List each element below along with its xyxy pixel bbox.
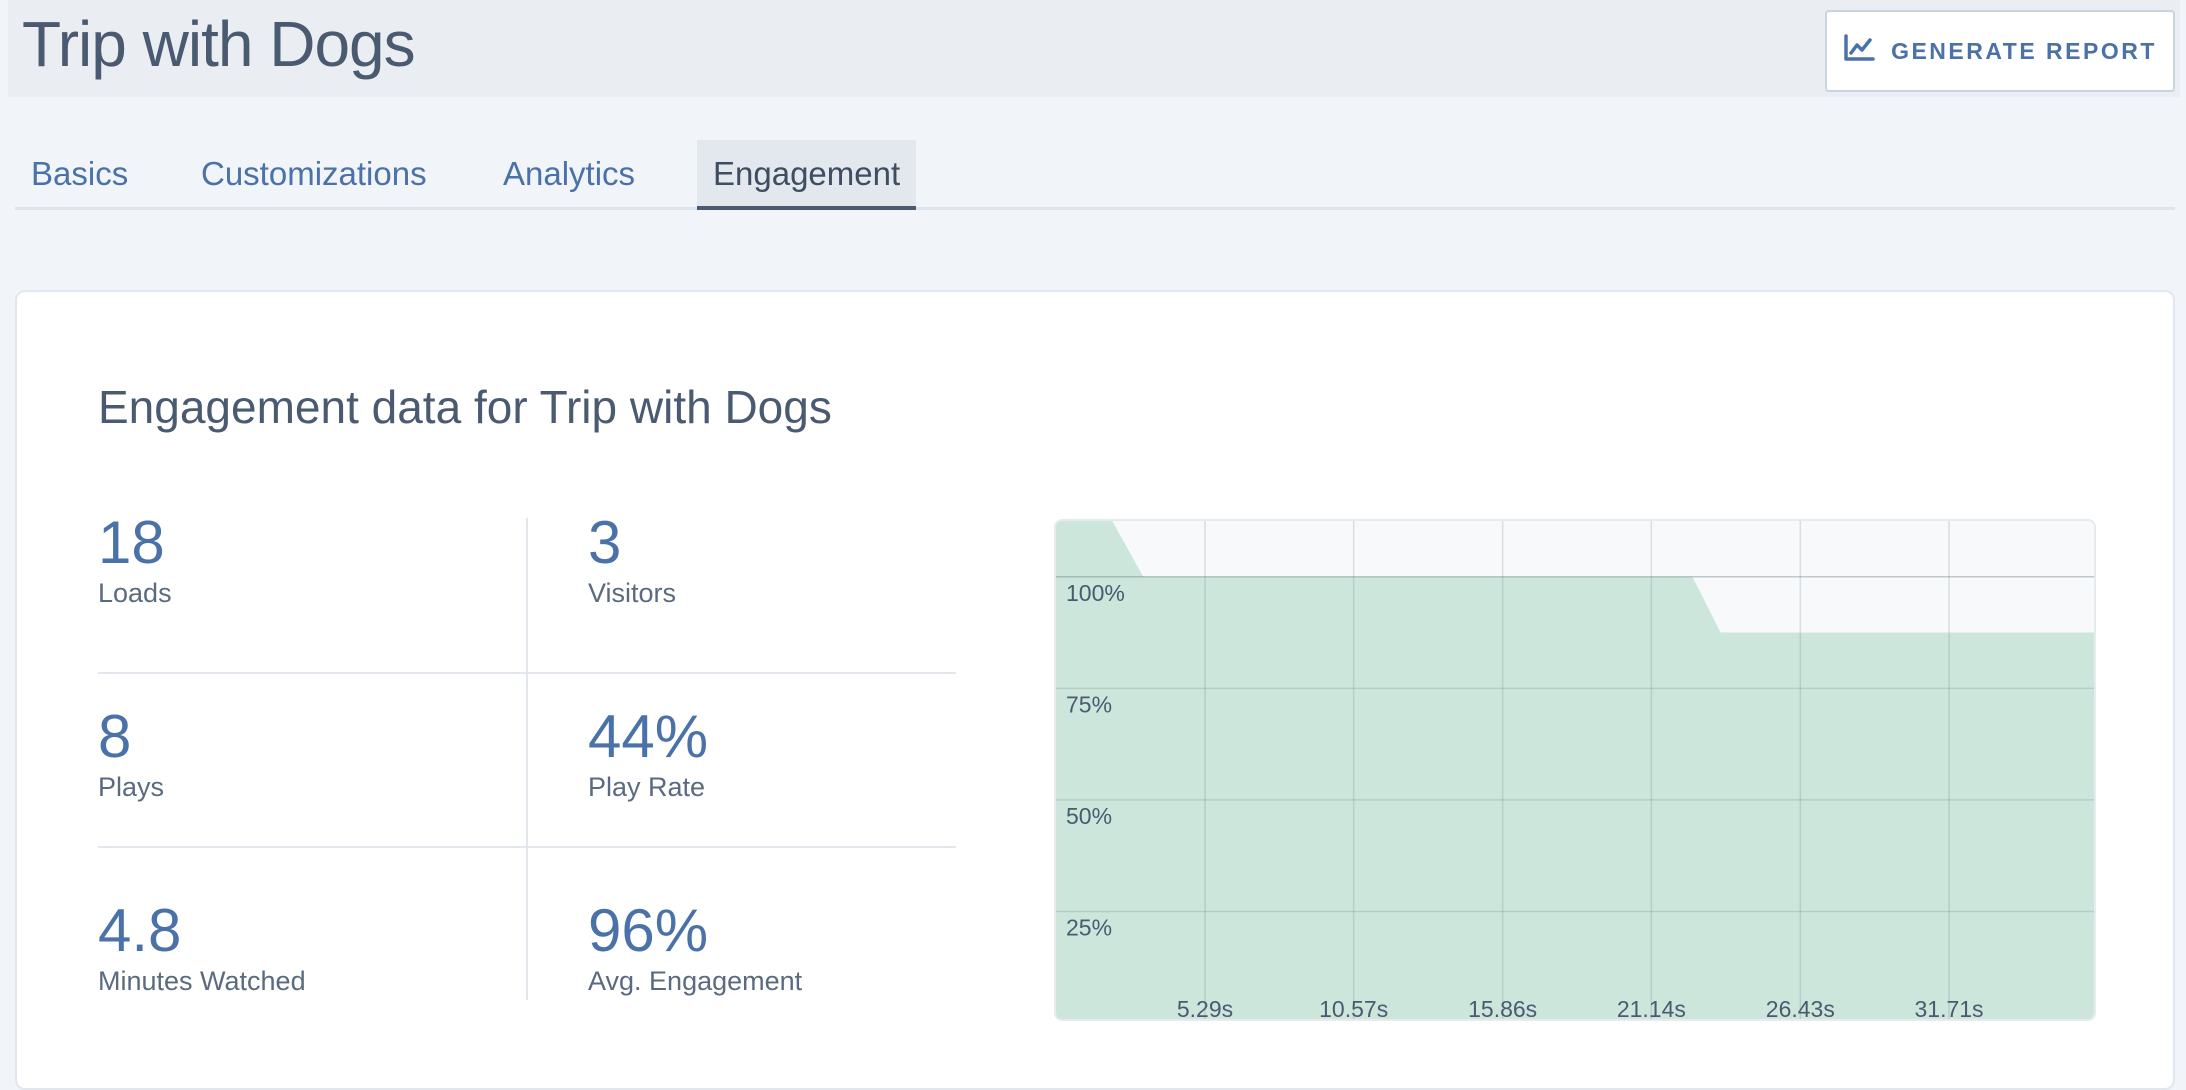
stat-label: Plays <box>98 772 165 802</box>
stat-value: 4.8 <box>98 897 182 964</box>
stat-label: Visitors <box>588 578 677 608</box>
stat-label: Loads <box>98 578 172 608</box>
stat-label: Minutes Watched <box>98 966 306 996</box>
x-tick-label: 10.57s <box>1319 996 1388 1021</box>
tab-analytics[interactable]: Analytics <box>487 140 651 210</box>
y-tick-label: 100% <box>1066 580 1125 606</box>
stat-value: 18 <box>98 509 165 576</box>
stat-minutes-watched: 4.8 Minutes Watched <box>98 898 518 997</box>
stat-plays: 8 Plays <box>98 704 518 803</box>
line-chart-icon <box>1843 34 1875 68</box>
engagement-chart-svg: 100% 75% 50% 25% 5.29s 10.57s 15.86s 21.14s 26.4… <box>1056 521 2094 1021</box>
stat-avg-engagement: 96% Avg. Engagement <box>588 898 1008 997</box>
stat-value: 96% <box>588 897 709 964</box>
engagement-area <box>1056 521 2094 1019</box>
generate-report-label: GENERATE REPORT <box>1891 37 2157 64</box>
tab-bar: Basics Customizations Analytics Engageme… <box>15 140 2175 210</box>
y-tick-label: 50% <box>1066 803 1112 829</box>
stats-vertical-divider <box>526 518 528 1000</box>
stats-divider-1 <box>98 672 956 674</box>
stat-label: Play Rate <box>588 772 706 802</box>
stat-value: 8 <box>98 703 132 770</box>
y-tick-label: 25% <box>1066 914 1112 940</box>
engagement-card: Engagement data for Trip with Dogs 18 Lo… <box>15 290 2175 1090</box>
stat-value: 44% <box>588 703 709 770</box>
x-tick-label: 15.86s <box>1468 996 1537 1021</box>
generate-report-button[interactable]: GENERATE REPORT <box>1825 10 2175 92</box>
tab-basics[interactable]: Basics <box>15 140 144 210</box>
stat-visitors: 3 Visitors <box>588 510 1008 609</box>
card-heading: Engagement data for Trip with Dogs <box>98 381 832 433</box>
page-title: Trip with Dogs <box>22 8 416 80</box>
x-tick-label: 21.14s <box>1617 996 1686 1021</box>
stat-play-rate: 44% Play Rate <box>588 704 1008 803</box>
tab-customizations[interactable]: Customizations <box>185 140 443 210</box>
stat-value: 3 <box>588 509 622 576</box>
x-tick-label: 31.71s <box>1914 996 1983 1021</box>
stats-divider-2 <box>98 846 956 848</box>
x-tick-label: 5.29s <box>1177 996 1233 1021</box>
engagement-chart: 100% 75% 50% 25% 5.29s 10.57s 15.86s 21.14s 26.4… <box>1054 519 2096 1021</box>
tab-engagement[interactable]: Engagement <box>697 140 917 210</box>
x-tick-label: 26.43s <box>1766 996 1835 1021</box>
y-tick-label: 75% <box>1066 691 1112 717</box>
stat-loads: 18 Loads <box>98 510 518 609</box>
stat-label: Avg. Engagement <box>588 966 803 996</box>
